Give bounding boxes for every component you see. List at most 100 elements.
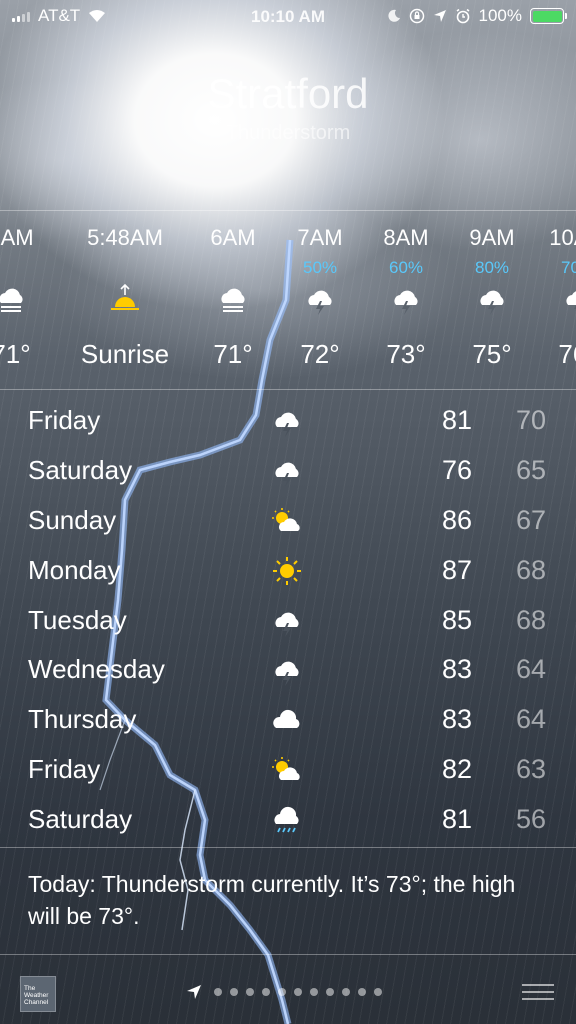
hour-temp: Sunrise [80, 339, 170, 369]
page-dot [294, 988, 302, 996]
hour-item: 9AM 80% 75° [447, 211, 537, 389]
list-view-icon[interactable] [522, 984, 554, 1002]
current-condition: Thunderstorm [225, 122, 351, 144]
hour-precip: 50% [302, 258, 338, 277]
day-high-temp: 81 [441, 405, 472, 435]
alarm-icon [456, 8, 469, 24]
day-low-temp: 64 [515, 654, 546, 685]
day-name: Saturday [28, 454, 133, 485]
day-high-temp: 83 [441, 704, 472, 735]
hour-temp: 72° [300, 339, 340, 369]
moon-icon [387, 9, 400, 22]
status-bar: AT&T 10:10 AM 100% [0, 0, 576, 32]
page-dot [374, 988, 382, 996]
logo-text: The [24, 985, 36, 992]
hour-precip: 60% [388, 258, 424, 277]
hour-temp: 71° [0, 339, 31, 369]
hour-time: 9AM [469, 225, 515, 250]
hour-time: 10AM [549, 225, 576, 250]
hour-time: 6AM [210, 225, 256, 250]
list-item: Sunday 86 67 [0, 497, 576, 547]
hour-item: 10AM 70% 76° [533, 211, 576, 389]
day-high-temp: 86 [441, 504, 472, 535]
day-low-temp: 68 [515, 554, 546, 585]
hour-temp: 76° [558, 339, 576, 369]
day-name: Thursday [28, 704, 137, 735]
page-dot [278, 988, 286, 996]
page-dot [310, 988, 318, 996]
page-dot [262, 988, 270, 996]
rain-icon [274, 807, 299, 833]
hour-precip: 80% [474, 258, 510, 277]
wifi-icon [89, 10, 106, 22]
thunderstorm-icon [308, 290, 332, 315]
list-item: Thursday 83 64 [0, 696, 576, 746]
daily-forecast[interactable]: Friday 81 70 Saturday 76 65 Sunday 86 67… [0, 397, 576, 846]
page-dot [246, 988, 254, 996]
hour-item: 5:48AM Sunrise [80, 211, 170, 389]
day-name: Tuesday [28, 604, 127, 635]
day-name: Sunday [28, 504, 117, 535]
day-name: Friday [28, 405, 101, 435]
day-high-temp: 76 [441, 454, 472, 485]
logo-text: Weather [24, 992, 49, 999]
thunderstorm-icon [275, 662, 299, 687]
hour-item: 5AM 71° [0, 211, 56, 389]
partly-cloudy-icon [272, 757, 300, 781]
page-dot [342, 988, 350, 996]
today-summary: Today: Thunderstorm currently. It’s 73°;… [0, 847, 576, 955]
hour-precip: 70% [560, 258, 576, 277]
location-icon [433, 10, 446, 22]
screen-lock-icon [409, 8, 424, 24]
day-low-temp: 64 [515, 704, 546, 735]
page-indicator[interactable] [186, 984, 382, 1000]
hour-temp: 75° [472, 339, 512, 369]
thunderstorm-icon [275, 612, 299, 637]
day-low-temp: 68 [515, 604, 546, 635]
thunderstorm-icon [275, 462, 299, 487]
page-dot [326, 988, 334, 996]
thunderstorm-icon [394, 290, 418, 315]
page-dot [230, 988, 238, 996]
list-item: Friday 82 63 [0, 746, 576, 796]
thunderstorm-icon [275, 412, 299, 437]
city-name: Stratford [207, 70, 369, 117]
current-location-icon [187, 985, 201, 999]
hour-time: 5AM [0, 225, 34, 250]
hour-temp: 73° [386, 339, 426, 369]
list-item: Saturday 81 56 [0, 796, 576, 846]
cloud-icon [273, 710, 300, 729]
list-item: Wednesday 83 64 [0, 646, 576, 696]
day-low-temp: 65 [515, 454, 546, 485]
page-dot [358, 988, 366, 996]
day-high-temp: 82 [441, 754, 472, 785]
hour-time: 8AM [383, 225, 429, 250]
hour-time: 7AM [297, 225, 343, 250]
hour-temp: 71° [213, 339, 253, 369]
carrier-label: AT&T [38, 6, 81, 25]
day-low-temp: 56 [515, 804, 546, 835]
list-item: Saturday 76 65 [0, 447, 576, 497]
battery-percent: 100% [478, 6, 522, 25]
day-high-temp: 83 [441, 654, 472, 685]
sun-icon [273, 556, 301, 585]
hour-item: 7AM 50% 72° [275, 211, 365, 389]
fog-icon [221, 288, 245, 312]
list-item: Tuesday 85 68 [0, 597, 576, 647]
day-low-temp: 67 [515, 504, 546, 535]
signal-icon [12, 10, 30, 22]
hourly-forecast[interactable]: 5AM 71° 5:48AM Sunrise 6AM 71° 7AM 50% 7… [0, 210, 576, 390]
day-low-temp: 63 [515, 754, 546, 785]
weather-channel-logo[interactable]: The Weather Channel [20, 976, 56, 1012]
thunderstorm-icon [480, 290, 504, 315]
partly-cloudy-icon [272, 507, 300, 531]
page-dot [214, 988, 222, 996]
bottom-toolbar: The Weather Channel [0, 962, 576, 1024]
day-name: Wednesday [28, 654, 165, 685]
list-item: Friday 81 70 [0, 397, 576, 447]
hour-item: 8AM 60% 73° [361, 211, 451, 389]
hour-item: 6AM 71° [188, 211, 278, 389]
fog-icon [0, 288, 23, 312]
day-name: Saturday [28, 804, 133, 835]
thunderstorm-icon [566, 291, 576, 315]
